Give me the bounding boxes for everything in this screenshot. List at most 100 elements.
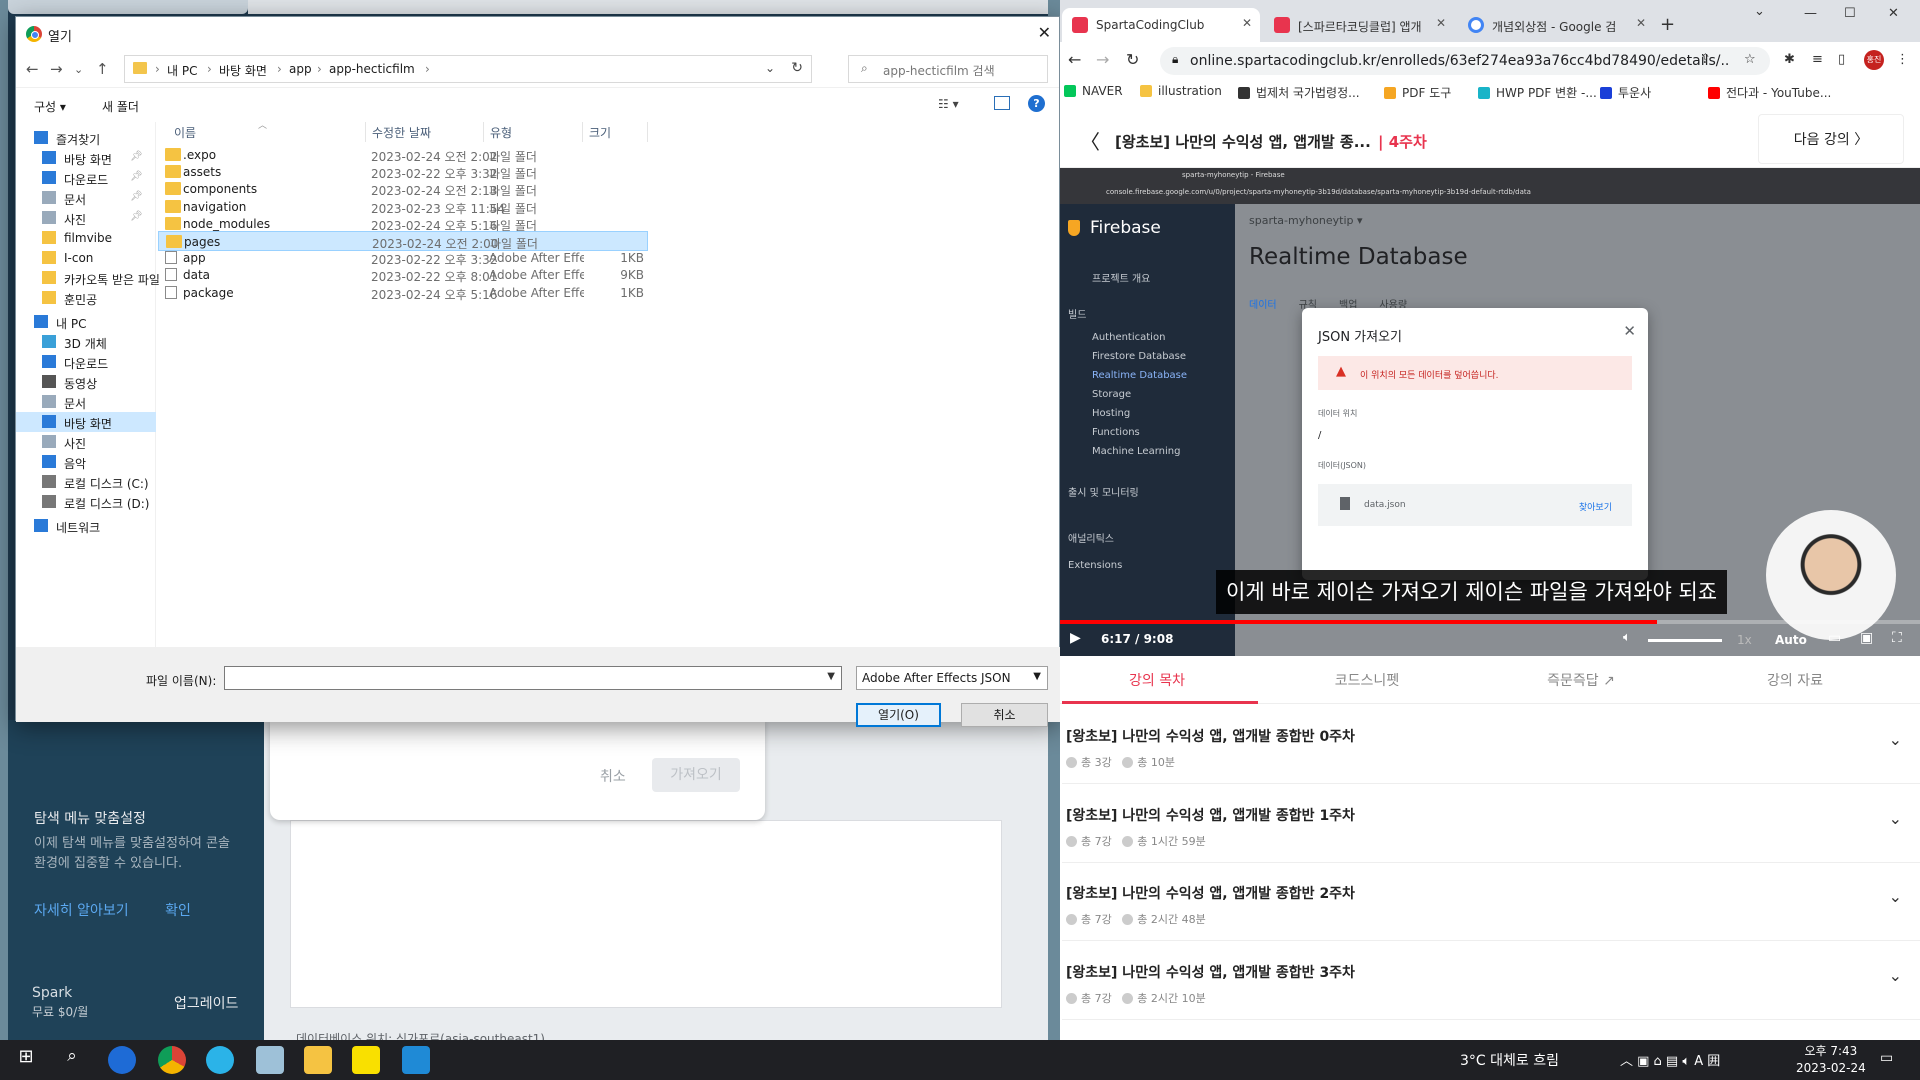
close-tab-icon[interactable]: ✕ — [1242, 16, 1252, 30]
extensions-icon[interactable]: ✱ — [1784, 52, 1795, 67]
tip-learn-more-link[interactable]: 자세히 알아보기 — [34, 903, 129, 919]
tab-search-icon[interactable]: ⌄ — [1754, 4, 1765, 19]
notification-icon[interactable]: ▭ — [1880, 1050, 1893, 1066]
volume-slider[interactable] — [1648, 639, 1722, 642]
tab-spartacodingclub[interactable]: SpartaCodingClub ✕ — [1062, 8, 1260, 42]
minimize-icon[interactable]: — — [1804, 6, 1817, 21]
refresh-icon[interactable]: ↻ — [791, 60, 803, 76]
bookmark-item[interactable]: illustration — [1140, 84, 1222, 98]
share-icon[interactable]: ⇪ — [1700, 52, 1711, 67]
bookmark-item[interactable]: HWP PDF 변환 -... — [1478, 84, 1597, 101]
tree-item[interactable]: 3D 개체 — [16, 332, 156, 352]
address-dropdown-icon[interactable]: ⌄ — [765, 61, 775, 75]
address-bar[interactable]: 🔒︎ online.spartacodingclub.kr/enrolleds/6… — [1160, 47, 1770, 75]
search-input[interactable]: ⌕ app-hecticfilm 검색 — [848, 55, 1048, 83]
week-item[interactable]: [왕초보] 나만의 수익성 앱, 앱개발 종합반 2주차 총 7강 총 2시간 4… — [1062, 863, 1920, 941]
new-folder-button[interactable]: 새 폴더 — [102, 98, 139, 115]
menu-kebab-icon[interactable]: ⋮ — [1896, 52, 1909, 67]
tree-item[interactable]: 내 PC — [16, 312, 156, 332]
forward-arrow-icon[interactable]: → — [50, 60, 63, 78]
column-header-name[interactable]: 이름 — [174, 124, 196, 141]
forward-arrow-icon[interactable]: → — [1096, 50, 1109, 69]
breadcrumb-desktop[interactable]: 바탕 화면 — [219, 62, 267, 79]
breadcrumb-app-hecticfilm[interactable]: app-hecticfilm — [329, 62, 415, 76]
column-header-type[interactable]: 유형 — [490, 124, 512, 141]
fullscreen-icon[interactable]: ⛶ — [1892, 630, 1902, 646]
open-button[interactable]: 열기(O) — [856, 703, 941, 727]
view-options-icon[interactable]: ☷ ▾ — [938, 97, 959, 111]
breadcrumb-pc[interactable]: 내 PC — [167, 62, 197, 79]
profile-avatar[interactable]: 홍진 — [1864, 50, 1884, 70]
chrome-taskbar-icon[interactable] — [158, 1046, 186, 1074]
filename-input[interactable]: ▼ — [224, 666, 842, 690]
tree-item[interactable]: 다운로드 📌︎ — [16, 168, 156, 188]
windows-start-icon[interactable]: ⊞ — [12, 1046, 40, 1074]
playback-speed[interactable]: 1x — [1737, 633, 1752, 647]
chevron-down-icon[interactable]: ⌄ — [1889, 809, 1902, 828]
tray-icons[interactable]: ︿ ▣ ⌂ ▤ 🔈︎ A 囲 — [1620, 1050, 1720, 1069]
pin-icon[interactable]: 📌︎ — [130, 211, 143, 222]
bookmark-star-icon[interactable]: ☆ — [1744, 52, 1756, 67]
tree-item[interactable]: filmvibe — [16, 228, 156, 248]
recent-dropdown-icon[interactable]: ⌄ — [74, 63, 83, 76]
bookmark-item[interactable]: 법제처 국가법령정... — [1238, 84, 1360, 101]
column-header-date[interactable]: 수정한 날짜 — [372, 124, 431, 141]
back-arrow-icon[interactable]: ← — [1068, 50, 1081, 69]
kakaotalk-icon[interactable] — [352, 1046, 380, 1074]
organize-menu[interactable]: 구성 ▾ — [34, 98, 66, 115]
next-lecture-button[interactable]: 다음 강의 〉 — [1758, 114, 1904, 164]
tree-item[interactable]: 로컬 디스크 (D:) — [16, 492, 156, 512]
pin-icon[interactable]: 📌︎ — [130, 191, 143, 202]
column-header-size[interactable]: 크기 — [589, 124, 611, 141]
tree-item[interactable]: 문서 — [16, 392, 156, 412]
tree-item[interactable]: 즐겨찾기 — [16, 128, 156, 148]
vscode-icon[interactable] — [402, 1046, 430, 1074]
background-modal-cancel-button[interactable]: 취소 — [600, 766, 626, 786]
tree-item[interactable]: 카카오톡 받은 파일 — [16, 268, 160, 288]
file-explorer-icon[interactable] — [304, 1046, 332, 1074]
tab-code-snippet[interactable]: 코드스니펫 — [1272, 670, 1462, 690]
close-tab-icon[interactable]: ✕ — [1436, 16, 1446, 30]
up-arrow-icon[interactable]: ↑ — [96, 60, 109, 78]
week-item[interactable]: [왕초보] 나만의 수익성 앱, 앱개발 종합반 0주차 총 3강 총 10분 ⌄ — [1062, 706, 1920, 784]
tree-item[interactable]: 문서 📌︎ — [16, 188, 156, 208]
breadcrumb-app[interactable]: app — [289, 62, 312, 76]
bookmark-item[interactable]: PDF 도구 — [1384, 84, 1451, 101]
close-window-icon[interactable]: ✕ — [1888, 6, 1899, 21]
back-arrow-icon[interactable]: ← — [26, 60, 39, 78]
tab-google-search[interactable]: 개념외상점 - Google 검 ✕ — [1458, 8, 1654, 42]
close-tab-icon[interactable]: ✕ — [1636, 16, 1646, 30]
address-bar[interactable]: › 내 PC › 바탕 화면 › app › app-hecticfilm › … — [124, 55, 812, 83]
play-icon[interactable]: ▶ — [1070, 630, 1081, 646]
chevron-down-icon[interactable]: ⌄ — [1889, 966, 1902, 985]
chevron-left-icon[interactable]: 〈 — [1080, 126, 1100, 155]
pin-icon[interactable]: 📌︎ — [130, 171, 143, 182]
media-icon[interactable]: ≡ — [1812, 52, 1823, 67]
reload-icon[interactable]: ↻ — [1126, 50, 1139, 69]
chevron-down-icon[interactable]: ⌄ — [1889, 887, 1902, 906]
quality-selector[interactable]: Auto — [1775, 633, 1807, 647]
tab-curriculum[interactable]: 강의 목차 — [1062, 670, 1252, 690]
week-item[interactable]: [왕초보] 나만의 수익성 앱, 앱개발 종합반 3주차 총 7강 총 2시간 1… — [1062, 942, 1920, 1020]
dialog-close-button[interactable]: ✕ — [1038, 23, 1051, 42]
tab-sparta-app[interactable]: [스파르타코딩클럽] 앱개 ✕ — [1264, 8, 1454, 42]
captions-icon[interactable]: ▭ — [1828, 630, 1841, 646]
bookmark-item[interactable]: NAVER — [1064, 84, 1123, 98]
cancel-button[interactable]: 취소 — [961, 703, 1048, 727]
edge-icon[interactable] — [206, 1046, 234, 1074]
help-icon[interactable]: ? — [1028, 95, 1045, 112]
tree-item[interactable]: 로컬 디스크 (C:) — [16, 472, 156, 492]
tree-item[interactable]: 훈민공 — [16, 288, 156, 308]
internet-explorer-icon[interactable] — [108, 1046, 136, 1074]
chevron-down-icon[interactable]: ⌄ — [1889, 730, 1902, 749]
app-icon[interactable] — [256, 1046, 284, 1074]
filetype-select[interactable]: Adobe After Effects JSON ▼ — [856, 666, 1048, 690]
tree-item[interactable]: 네트워크 — [16, 516, 156, 536]
tree-item[interactable]: 음악 — [16, 452, 156, 472]
bookmark-item[interactable]: 전다과 - YouTube... — [1708, 84, 1831, 101]
pip-icon[interactable]: ▣ — [1860, 630, 1873, 646]
tree-item[interactable]: 사진 📌︎ — [16, 208, 156, 228]
clock[interactable]: 오후 7:43 2023-02-24 — [1796, 1043, 1866, 1077]
volume-icon[interactable]: 🔈︎ — [1623, 630, 1631, 645]
tree-item[interactable]: 사진 — [16, 432, 156, 452]
